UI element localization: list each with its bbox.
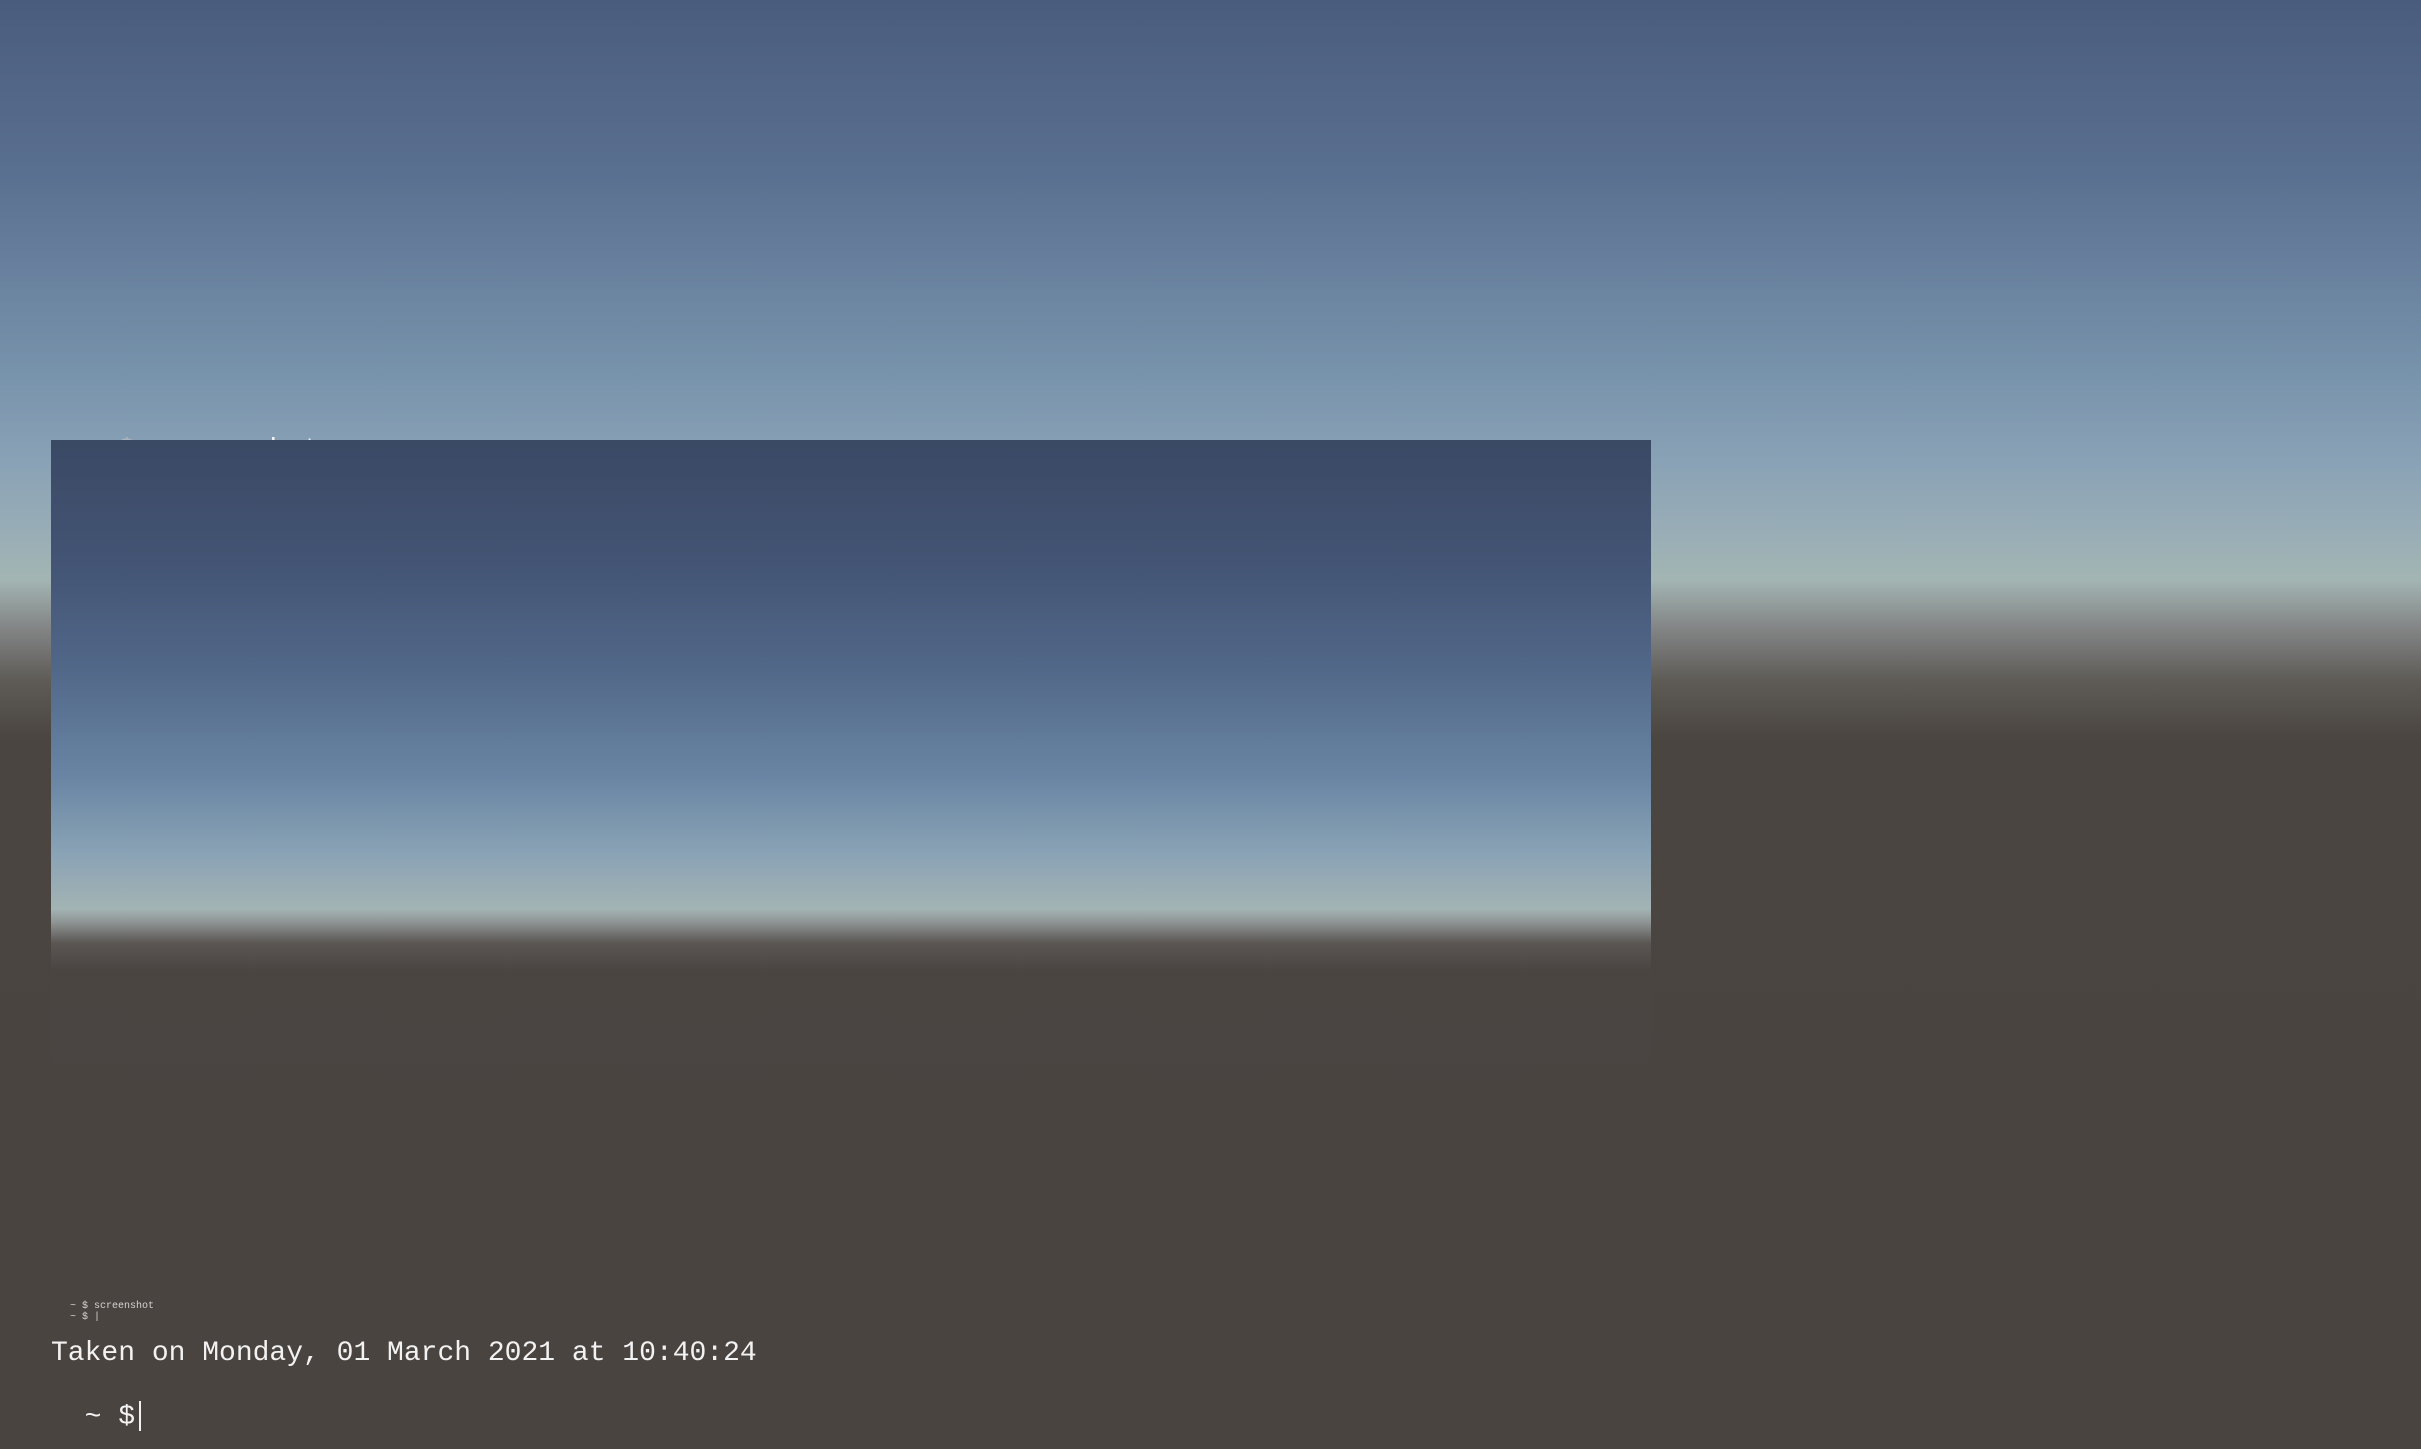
input-prompt-line[interactable]: ~ $ [51,1369,142,1434]
prompt-symbol: ~ $ [84,1402,136,1433]
thumbnail-prompt-line: ~ $ | [70,1312,101,1323]
text-cursor [139,1401,142,1431]
screenshot-caption: Taken on Monday, 01 March 2021 at 10:40:… [51,1338,757,1369]
thumbnail-command-line: ~ $ screenshot [70,1301,155,1312]
screenshot-preview [51,440,1651,1120]
